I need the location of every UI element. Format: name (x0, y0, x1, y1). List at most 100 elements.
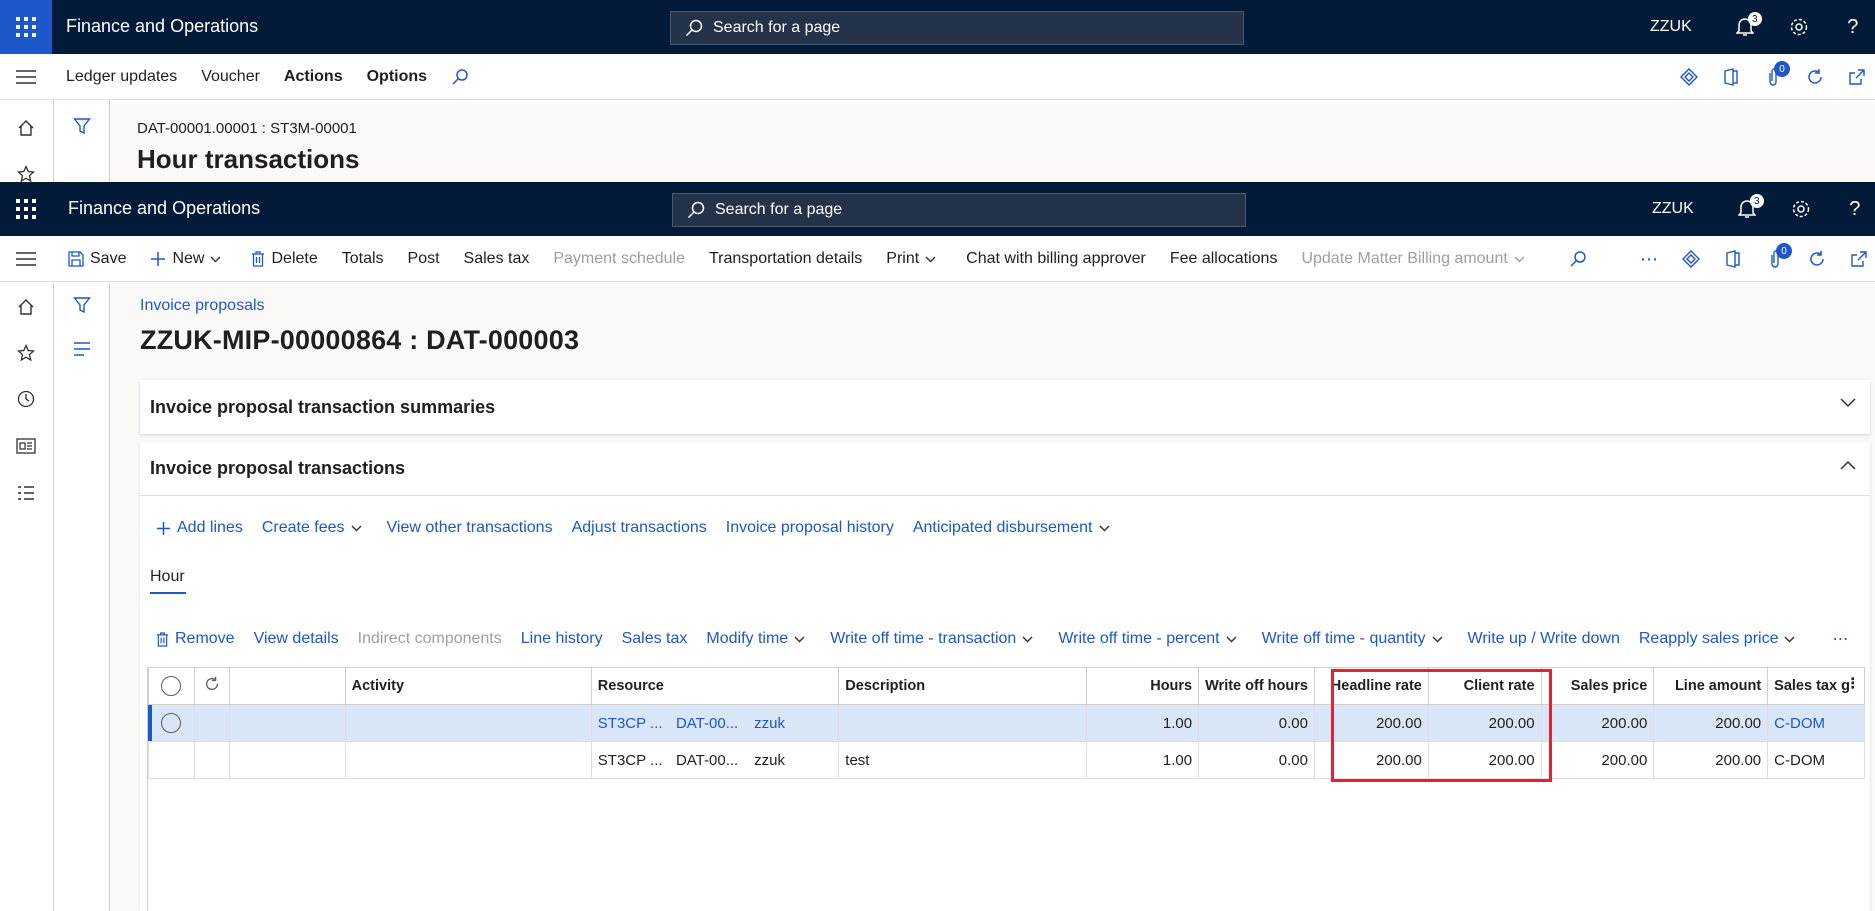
create-fees-menu[interactable]: Create fees (262, 519, 368, 537)
row-select-radio[interactable] (161, 713, 182, 733)
sales-tax-group-cell[interactable]: C-DOM (1767, 741, 1865, 779)
notifications-button[interactable]: 3 (1720, 182, 1774, 236)
grid-more-button[interactable]: ⋯ (1832, 629, 1848, 649)
remove-button[interactable]: Remove (156, 630, 235, 648)
transportation-details-button[interactable]: Transportation details (709, 250, 862, 268)
open-new-window-button[interactable] (1838, 236, 1875, 282)
fasttab-transactions-header[interactable]: Invoice proposal transactions (140, 442, 1870, 496)
sales-price-cell[interactable]: 200.00 (1540, 741, 1655, 779)
home-icon[interactable] (14, 116, 38, 140)
activity-cell[interactable] (344, 704, 592, 742)
actions-tab[interactable]: Actions (284, 68, 343, 86)
payment-schedule-button[interactable]: Payment schedule (553, 250, 685, 268)
sales-tax-group-cell[interactable]: C-DOM (1767, 704, 1865, 742)
star-icon[interactable] (14, 341, 38, 365)
power-apps-button[interactable] (1670, 236, 1712, 282)
write-off-hours-column-header[interactable]: Write off hours (1198, 667, 1315, 705)
write-off-quantity-menu[interactable]: Write off time - quantity (1262, 630, 1449, 648)
action-search-button[interactable] (451, 68, 475, 86)
fee-allocations-button[interactable]: Fee allocations (1170, 250, 1278, 268)
company-selector[interactable]: ZZUK (1650, 18, 1692, 36)
refresh-button[interactable] (1796, 236, 1838, 282)
activity-column-header[interactable]: Activity (344, 667, 592, 705)
settings-button[interactable] (1774, 182, 1828, 236)
refresh-button[interactable] (1794, 54, 1836, 100)
workspace-icon[interactable] (14, 434, 38, 458)
worker-link[interactable]: zzuk (754, 715, 785, 732)
description-cell[interactable]: test (838, 741, 1087, 779)
write-off-hours-cell[interactable]: 0.00 (1198, 741, 1315, 779)
row-select-cell[interactable] (148, 741, 195, 779)
help-button[interactable]: ? (1828, 182, 1875, 236)
resource-column-header[interactable]: Resource (590, 667, 840, 705)
invoice-proposal-history-button[interactable]: Invoice proposal history (726, 519, 894, 537)
search-box[interactable]: Search for a page (670, 11, 1244, 45)
sales-tax-button[interactable]: Sales tax (622, 630, 688, 648)
settings-button[interactable] (1772, 0, 1826, 54)
ledger-updates-tab[interactable]: Ledger updates (66, 68, 177, 86)
app-title[interactable]: Finance and Operations (68, 198, 260, 219)
office-button[interactable] (1710, 54, 1752, 100)
voucher-tab[interactable]: Voucher (201, 68, 260, 86)
print-menu[interactable]: Print (886, 250, 942, 268)
app-title[interactable]: Finance and Operations (66, 16, 258, 37)
hours-column-header[interactable]: Hours (1085, 667, 1200, 705)
hours-cell[interactable]: 1.00 (1085, 741, 1200, 779)
breadcrumb[interactable]: Invoice proposals (140, 297, 265, 315)
search-box[interactable]: Search for a page (672, 193, 1246, 227)
column-options-icon[interactable]: ⋮ (1846, 676, 1861, 692)
totals-button[interactable]: Totals (342, 250, 384, 268)
view-details-button[interactable]: View details (254, 630, 339, 648)
clock-icon[interactable] (14, 387, 38, 411)
write-off-percent-menu[interactable]: Write off time - percent (1058, 630, 1242, 648)
filter-icon[interactable] (70, 114, 94, 138)
view-other-transactions-button[interactable]: View other transactions (387, 519, 553, 537)
write-off-transaction-menu[interactable]: Write off time - transaction (830, 630, 1039, 648)
help-button[interactable]: ? (1826, 0, 1875, 54)
delete-button[interactable]: Delete (251, 250, 318, 268)
activity-cell[interactable] (344, 741, 592, 779)
description-column-header[interactable]: Description (838, 667, 1087, 705)
matter-link[interactable]: DAT-00... (676, 715, 750, 732)
line-amount-cell[interactable]: 200.00 (1653, 704, 1769, 742)
open-new-window-button[interactable] (1836, 54, 1875, 100)
filter-icon[interactable] (70, 293, 94, 317)
company-selector[interactable]: ZZUK (1652, 200, 1694, 218)
modules-list-icon[interactable] (14, 481, 38, 505)
notifications-button[interactable]: 3 (1718, 0, 1772, 54)
tab-hour[interactable]: Hour (150, 568, 185, 586)
resource-link[interactable]: ST3CP ... (598, 715, 672, 732)
line-amount-column-header[interactable]: Line amount (1653, 667, 1769, 705)
add-lines-button[interactable]: Add lines (156, 519, 243, 537)
indirect-components-button[interactable]: Indirect components (358, 630, 502, 648)
table-row[interactable]: ST3CP ... DAT-00... zzuk test 1.00 0.00 … (148, 741, 1865, 779)
home-icon[interactable] (14, 295, 38, 319)
hours-cell[interactable]: 1.00 (1085, 704, 1200, 742)
sales-price-cell[interactable]: 200.00 (1540, 704, 1655, 742)
power-apps-button[interactable] (1668, 54, 1710, 100)
new-button[interactable]: New (150, 250, 227, 268)
office-button[interactable] (1712, 236, 1754, 282)
fasttab-summaries[interactable]: Invoice proposal transaction summaries (140, 380, 1870, 434)
anticipated-disbursement-menu[interactable]: Anticipated disbursement (913, 519, 1116, 537)
attachments-button[interactable]: 0 (1752, 54, 1794, 100)
attachments-button[interactable]: 0 (1754, 236, 1796, 282)
update-matter-billing-menu[interactable]: Update Matter Billing amount (1301, 250, 1530, 268)
action-search-button[interactable] (1569, 250, 1593, 268)
line-amount-cell[interactable]: 200.00 (1653, 741, 1769, 779)
save-button[interactable]: Save (68, 250, 126, 268)
resource-cell[interactable]: ST3CP ... DAT-00... zzuk (590, 704, 840, 742)
post-button[interactable]: Post (408, 250, 440, 268)
nav-menu-button[interactable] (0, 54, 52, 100)
table-row[interactable]: ST3CP ... DAT-00... zzuk 1.00 0.00 200.0… (148, 704, 1865, 742)
description-cell[interactable] (838, 704, 1087, 742)
refresh-column-header[interactable] (193, 667, 230, 705)
sales-tax-group-column-header[interactable]: Sales tax g ⋮ (1767, 667, 1865, 705)
options-tab[interactable]: Options (367, 68, 427, 86)
line-history-button[interactable]: Line history (521, 630, 603, 648)
reapply-sales-price-menu[interactable]: Reapply sales price (1639, 630, 1802, 648)
adjust-transactions-button[interactable]: Adjust transactions (572, 519, 707, 537)
app-launcher-button[interactable] (0, 182, 52, 236)
select-all-header[interactable] (148, 667, 195, 705)
write-up-down-button[interactable]: Write up / Write down (1468, 630, 1620, 648)
